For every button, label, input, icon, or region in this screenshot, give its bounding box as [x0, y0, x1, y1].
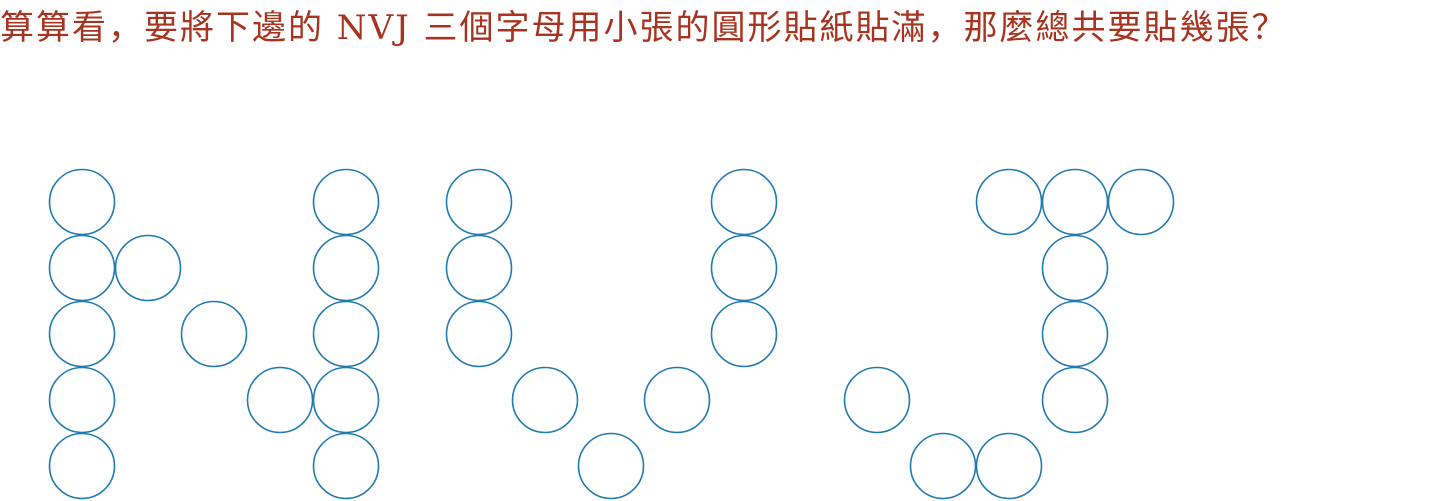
sticker-circle-j-7 — [975, 432, 1043, 500]
sticker-circle-j-6 — [1041, 366, 1109, 434]
sticker-figure — [48, 168, 1175, 500]
sticker-circle-n-10 — [312, 234, 380, 302]
sticker-circle-v-8 — [710, 234, 778, 302]
sticker-circle-j-9 — [843, 366, 911, 434]
sticker-circle-v-3 — [445, 300, 513, 368]
sticker-circle-n-6 — [114, 234, 182, 302]
sticker-circle-j-8 — [909, 432, 977, 500]
sticker-circle-j-2 — [1041, 168, 1109, 236]
sticker-circle-v-1 — [445, 168, 513, 236]
sticker-circle-n-12 — [312, 366, 380, 434]
sticker-circle-v-9 — [710, 168, 778, 236]
sticker-circle-v-4 — [511, 366, 579, 434]
sticker-circle-n-9 — [312, 168, 380, 236]
sticker-group — [48, 168, 1175, 500]
sticker-circle-j-1 — [975, 168, 1043, 236]
sticker-circle-n-1 — [48, 168, 116, 236]
sticker-circle-v-2 — [445, 234, 513, 302]
sticker-circle-n-3 — [48, 300, 116, 368]
sticker-circle-j-3 — [1107, 168, 1175, 236]
sticker-circle-v-7 — [710, 300, 778, 368]
sticker-circle-v-6 — [643, 366, 711, 434]
sticker-circle-j-5 — [1041, 300, 1109, 368]
sticker-circle-n-11 — [312, 300, 380, 368]
sticker-circle-v-5 — [577, 432, 645, 500]
sticker-circle-j-4 — [1041, 234, 1109, 302]
sticker-circle-n-4 — [48, 366, 116, 434]
sticker-circle-n-5 — [48, 432, 116, 500]
sticker-circle-n-2 — [48, 234, 116, 302]
sticker-circle-n-8 — [246, 366, 314, 434]
sticker-circle-n-7 — [180, 300, 248, 368]
sticker-circle-n-13 — [312, 432, 380, 500]
